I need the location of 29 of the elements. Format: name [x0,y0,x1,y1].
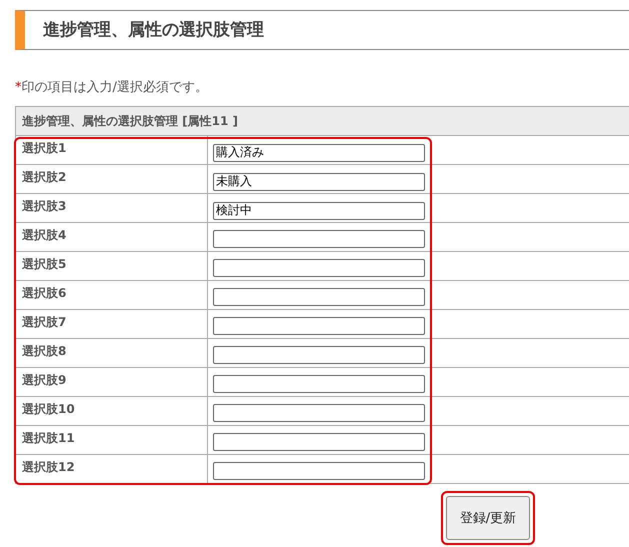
input-field[interactable]: 未購入 [213,172,425,190]
row-label: 選択肢7 [16,310,208,338]
row-label: 選択肢8 [16,339,208,367]
row-label: 選択肢9 [16,368,208,396]
row-label: 選択肢11 [16,426,208,454]
input-field[interactable] [213,404,425,422]
section-heading: 進捗管理、属性の選択肢管理 [15,10,629,50]
input-field[interactable]: 検討中 [213,202,425,220]
input-field[interactable] [213,346,425,364]
row-label: 選択肢5 [16,252,208,280]
input-field[interactable] [213,259,425,277]
table-header: 進捗管理、属性の選択肢管理 [属性11 ] [16,106,629,136]
row-label: 選択肢12 [16,455,208,483]
row-label: 選択肢4 [16,223,208,251]
input-field[interactable] [213,462,425,480]
input-field[interactable] [213,230,425,248]
row-label: 選択肢2 [16,165,208,193]
input-field[interactable] [213,375,425,393]
row-label: 選択肢6 [16,281,208,309]
input-field[interactable] [213,317,425,335]
input-field[interactable] [213,433,425,451]
row-label: 選択肢3 [16,194,208,222]
row-label: 選択肢10 [16,397,208,425]
required-mark: * [15,80,22,95]
required-note: 印の項目は入力/選択必須です。 [22,80,208,95]
submit-button[interactable]: 登録/更新 [446,496,530,540]
row-label: 選択肢1 [16,136,208,164]
input-field[interactable] [213,288,425,306]
input-field[interactable]: 購入済み [213,144,425,162]
